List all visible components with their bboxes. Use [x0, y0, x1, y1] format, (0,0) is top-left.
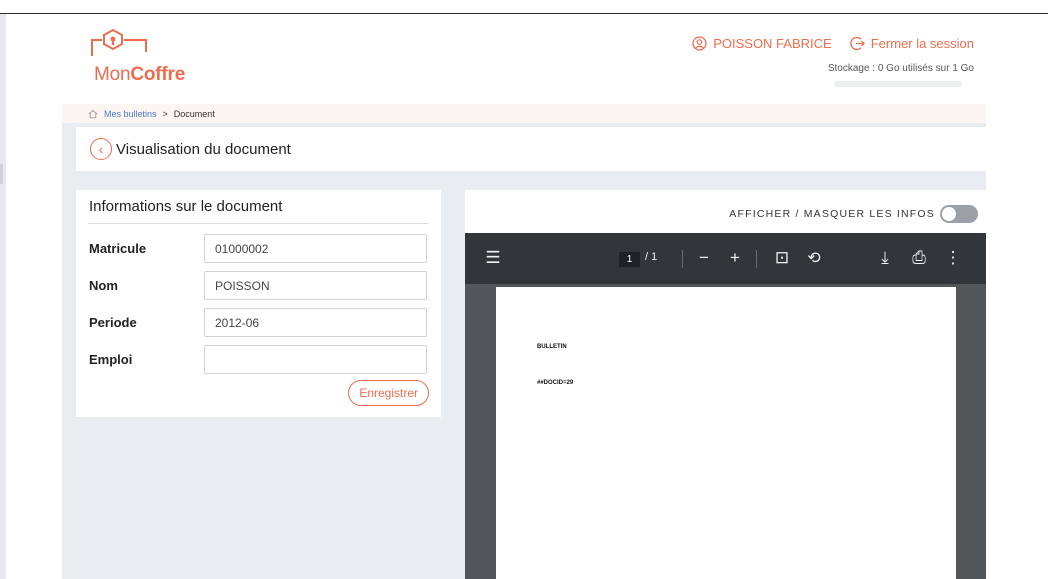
- logout-link[interactable]: Fermer la session: [871, 36, 974, 51]
- pdf-viewer: ☰ 1 / 1 − + ⊡ ⟲ ⤓ ⎙ ⋮ BULLETIN ##DOCID=2…: [465, 233, 986, 579]
- field-row-periode: Periode: [88, 308, 429, 337]
- nom-label: Nom: [89, 278, 118, 293]
- periode-field[interactable]: [204, 308, 427, 337]
- info-panel-heading: Informations sur le document: [88, 198, 429, 224]
- document-line-docid: ##DOCID=29: [537, 380, 574, 386]
- fit-page-icon[interactable]: ⊡: [772, 248, 792, 268]
- toolbar-divider: [682, 250, 683, 268]
- header: MonCoffre POISSON FABRICE Fermer la sess…: [62, 14, 986, 104]
- zoom-in-icon[interactable]: +: [726, 248, 744, 268]
- toggle-knob: [942, 207, 956, 221]
- toolbar-divider: [756, 250, 757, 268]
- emploi-field[interactable]: [204, 345, 427, 374]
- nom-field[interactable]: [204, 271, 427, 300]
- breadcrumb: Mes bulletins > Document: [62, 104, 986, 123]
- matricule-field[interactable]: [204, 234, 427, 263]
- info-toggle-row: AFFICHER / MASQUER LES INFOS: [729, 205, 978, 223]
- field-row-emploi: Emploi: [88, 345, 429, 374]
- logout-icon[interactable]: [849, 36, 865, 51]
- document-viewer-panel: AFFICHER / MASQUER LES INFOS ☰ 1 / 1 − +…: [465, 190, 986, 579]
- more-options-icon[interactable]: ⋮: [945, 248, 962, 268]
- logo-text-mon: Mon: [94, 64, 131, 85]
- matricule-label: Matricule: [89, 241, 147, 256]
- page-number-input[interactable]: 1: [619, 252, 640, 267]
- document-info-panel: Informations sur le document Matricule N…: [76, 190, 441, 417]
- home-icon[interactable]: [88, 109, 98, 119]
- periode-label: Periode: [89, 315, 137, 330]
- rotate-icon[interactable]: ⟲: [804, 248, 824, 268]
- menu-icon[interactable]: ☰: [483, 248, 503, 268]
- zoom-out-icon[interactable]: −: [695, 248, 713, 268]
- print-icon[interactable]: ⎙: [909, 248, 929, 268]
- left-edge-handle[interactable]: [0, 164, 3, 184]
- field-row-nom: Nom: [88, 271, 429, 300]
- breadcrumb-link-mes-bulletins[interactable]: Mes bulletins: [104, 109, 157, 119]
- breadcrumb-current: Document: [173, 108, 215, 119]
- storage-progress-bar: [834, 81, 962, 87]
- page-total: / 1: [645, 251, 658, 263]
- left-edge-bar: [0, 14, 6, 579]
- field-row-matricule: Matricule: [88, 234, 429, 263]
- download-icon[interactable]: ⤓: [875, 248, 895, 268]
- logo[interactable]: MonCoffre: [88, 28, 208, 90]
- logo-text: MonCoffre: [94, 64, 185, 86]
- storage-text: Stockage : 0 Go utilisés sur 1 Go: [827, 63, 974, 74]
- user-icon: [692, 36, 707, 51]
- info-toggle-switch[interactable]: [940, 205, 978, 223]
- pdf-toolbar: ☰ 1 / 1 − + ⊡ ⟲ ⤓ ⎙ ⋮: [465, 233, 986, 284]
- info-toggle-label: AFFICHER / MASQUER LES INFOS: [729, 208, 935, 220]
- user-area: POISSON FABRICE Fermer la session: [692, 36, 974, 51]
- logo-text-coffre: Coffre: [130, 64, 186, 85]
- page-title-bar: ‹ Visualisation du document: [76, 127, 986, 171]
- back-icon[interactable]: ‹: [90, 138, 112, 160]
- user-name-link[interactable]: POISSON FABRICE: [713, 36, 831, 51]
- page-title: Visualisation du document: [116, 140, 291, 158]
- emploi-label: Emploi: [89, 352, 133, 367]
- save-button[interactable]: Enregistrer: [348, 380, 429, 406]
- breadcrumb-separator: >: [162, 108, 168, 119]
- pdf-page: BULLETIN ##DOCID=29: [496, 287, 956, 579]
- main-content: ‹ Visualisation du document Informations…: [62, 123, 986, 579]
- document-line-bulletin: BULLETIN: [537, 344, 567, 350]
